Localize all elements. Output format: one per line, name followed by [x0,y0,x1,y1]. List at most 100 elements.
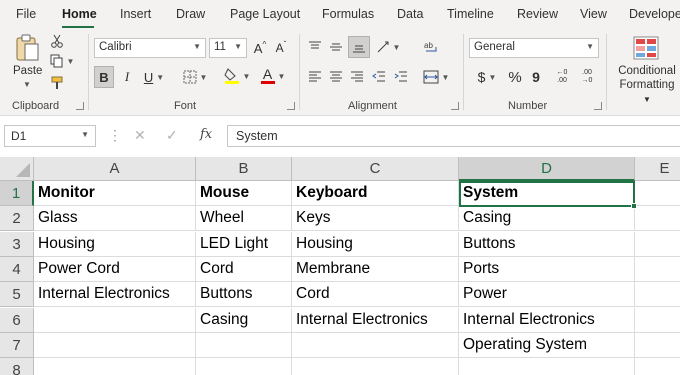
cell-c5[interactable]: Cord [292,282,459,307]
tab-insert[interactable]: Insert [120,7,151,21]
cell-d6[interactable]: Internal Electronics [459,308,635,333]
tab-data[interactable]: Data [397,7,423,21]
row-header-6[interactable]: 6 [0,308,34,333]
currency-button[interactable]: $ ▼ [472,66,502,88]
align-center-icon[interactable] [327,68,345,86]
conditional-formatting-button[interactable]: Conditional Formatting ▼ [616,64,678,107]
align-right-icon[interactable] [348,68,366,86]
cell-d3[interactable]: Buttons [459,232,635,257]
cell-c2[interactable]: Keys [292,206,459,231]
fill-handle[interactable] [631,203,637,209]
cell-e4[interactable] [635,257,680,282]
merge-center-icon[interactable]: ▼ [420,68,452,86]
number-format-combo[interactable]: General ▼ [469,38,599,58]
cancel-icon[interactable]: ✕ [134,127,146,144]
cell-c8[interactable] [292,358,459,375]
align-left-icon[interactable] [306,68,324,86]
tab-timeline[interactable]: Timeline [447,7,494,21]
cell-b3[interactable]: LED Light [196,232,292,257]
cell-a4[interactable]: Power Cord [34,257,196,282]
number-launcher-icon[interactable] [594,102,602,110]
enter-icon[interactable]: ✓ [166,127,178,144]
alignment-launcher-icon[interactable] [451,102,459,110]
wrap-text-icon[interactable]: ab [422,38,442,56]
cell-d7[interactable]: Operating System [459,333,635,358]
copy-icon[interactable]: ▼ [48,52,76,70]
cell-d5[interactable]: Power [459,282,635,307]
cell-b4[interactable]: Cord [196,257,292,282]
row-header-1[interactable]: 1 [0,181,34,206]
tab-home[interactable]: Home [62,7,97,21]
increase-indent-icon[interactable] [392,68,410,86]
font-launcher-icon[interactable] [287,102,295,110]
row-header-7[interactable]: 7 [0,333,34,358]
cell-d2[interactable]: Casing [459,206,635,231]
spreadsheet-grid[interactable]: A B C D E 1 Monitor Mouse Keyboard System 2 Glass Wh… [0,157,680,375]
cell-e6[interactable] [635,308,680,333]
bottom-align-icon[interactable] [348,36,370,58]
select-all-corner[interactable] [0,157,34,181]
font-name-combo[interactable]: Calibri ▼ [94,38,206,58]
tab-formulas[interactable]: Formulas [322,7,374,21]
cell-e1[interactable] [635,181,680,206]
insert-function-icon[interactable]: fx [200,127,212,142]
cell-d8[interactable] [459,358,635,375]
tab-view[interactable]: View [580,7,607,21]
middle-align-icon[interactable] [327,38,345,56]
cell-c4[interactable]: Membrane [292,257,459,282]
column-header-c[interactable]: C [292,157,459,181]
cell-a7[interactable] [34,333,196,358]
paste-dropdown-icon[interactable]: ▼ [23,80,31,89]
underline-button[interactable]: U ▼ [140,66,168,88]
column-header-d[interactable]: D [459,157,635,181]
decrease-indent-icon[interactable] [370,68,388,86]
cell-e2[interactable] [635,206,680,231]
tab-file[interactable]: File [16,7,36,21]
cell-c3[interactable]: Housing [292,232,459,257]
font-size-combo[interactable]: 11 ▼ [209,38,247,58]
format-painter-icon[interactable] [48,74,66,92]
tab-draw[interactable]: Draw [176,7,205,21]
decrease-decimal-button[interactable]: .00 →0 [577,68,597,86]
paste-button[interactable]: Paste [13,65,42,77]
tab-review[interactable]: Review [517,7,558,21]
cell-e3[interactable] [635,232,680,257]
cut-icon[interactable] [48,32,66,50]
cell-b1[interactable]: Mouse [196,181,292,206]
cell-d1[interactable]: System [459,181,635,206]
italic-button[interactable]: I [118,66,136,88]
orientation-icon[interactable]: ▼ [374,38,402,56]
percent-button[interactable]: % [506,66,524,88]
cell-b2[interactable]: Wheel [196,206,292,231]
cell-b6[interactable]: Casing [196,308,292,333]
cell-e8[interactable] [635,358,680,375]
comma-style-button[interactable]: 9 [528,66,544,88]
cell-c7[interactable] [292,333,459,358]
top-align-icon[interactable] [306,38,324,56]
row-header-5[interactable]: 5 [0,282,34,307]
shrink-font-button[interactable]: Aˇ [272,38,290,58]
name-box[interactable]: D1 ▼ [4,125,96,147]
cell-a1[interactable]: Monitor [34,181,196,206]
cell-b5[interactable]: Buttons [196,282,292,307]
column-header-e[interactable]: E [635,157,680,181]
borders-button[interactable]: ▼ [178,66,212,88]
row-header-2[interactable]: 2 [0,206,34,231]
cell-a2[interactable]: Glass [34,206,196,231]
column-header-a[interactable]: A [34,157,196,181]
row-header-8[interactable]: 8 [0,358,34,375]
bold-button[interactable]: B [94,66,114,88]
grow-font-button[interactable]: A ^ [251,38,269,58]
paste-icon[interactable] [12,32,42,64]
formula-input[interactable]: System [227,125,680,147]
cell-d4[interactable]: Ports [459,257,635,282]
conditional-formatting-icon[interactable] [632,34,660,62]
cell-b8[interactable] [196,358,292,375]
cell-c6[interactable]: Internal Electronics [292,308,459,333]
clipboard-launcher-icon[interactable] [76,102,84,110]
column-header-b[interactable]: B [196,157,292,181]
row-header-3[interactable]: 3 [0,232,34,257]
fill-color-button[interactable]: ▼ [222,64,252,88]
tab-developer[interactable]: Develope [629,7,680,21]
cell-b7[interactable] [196,333,292,358]
